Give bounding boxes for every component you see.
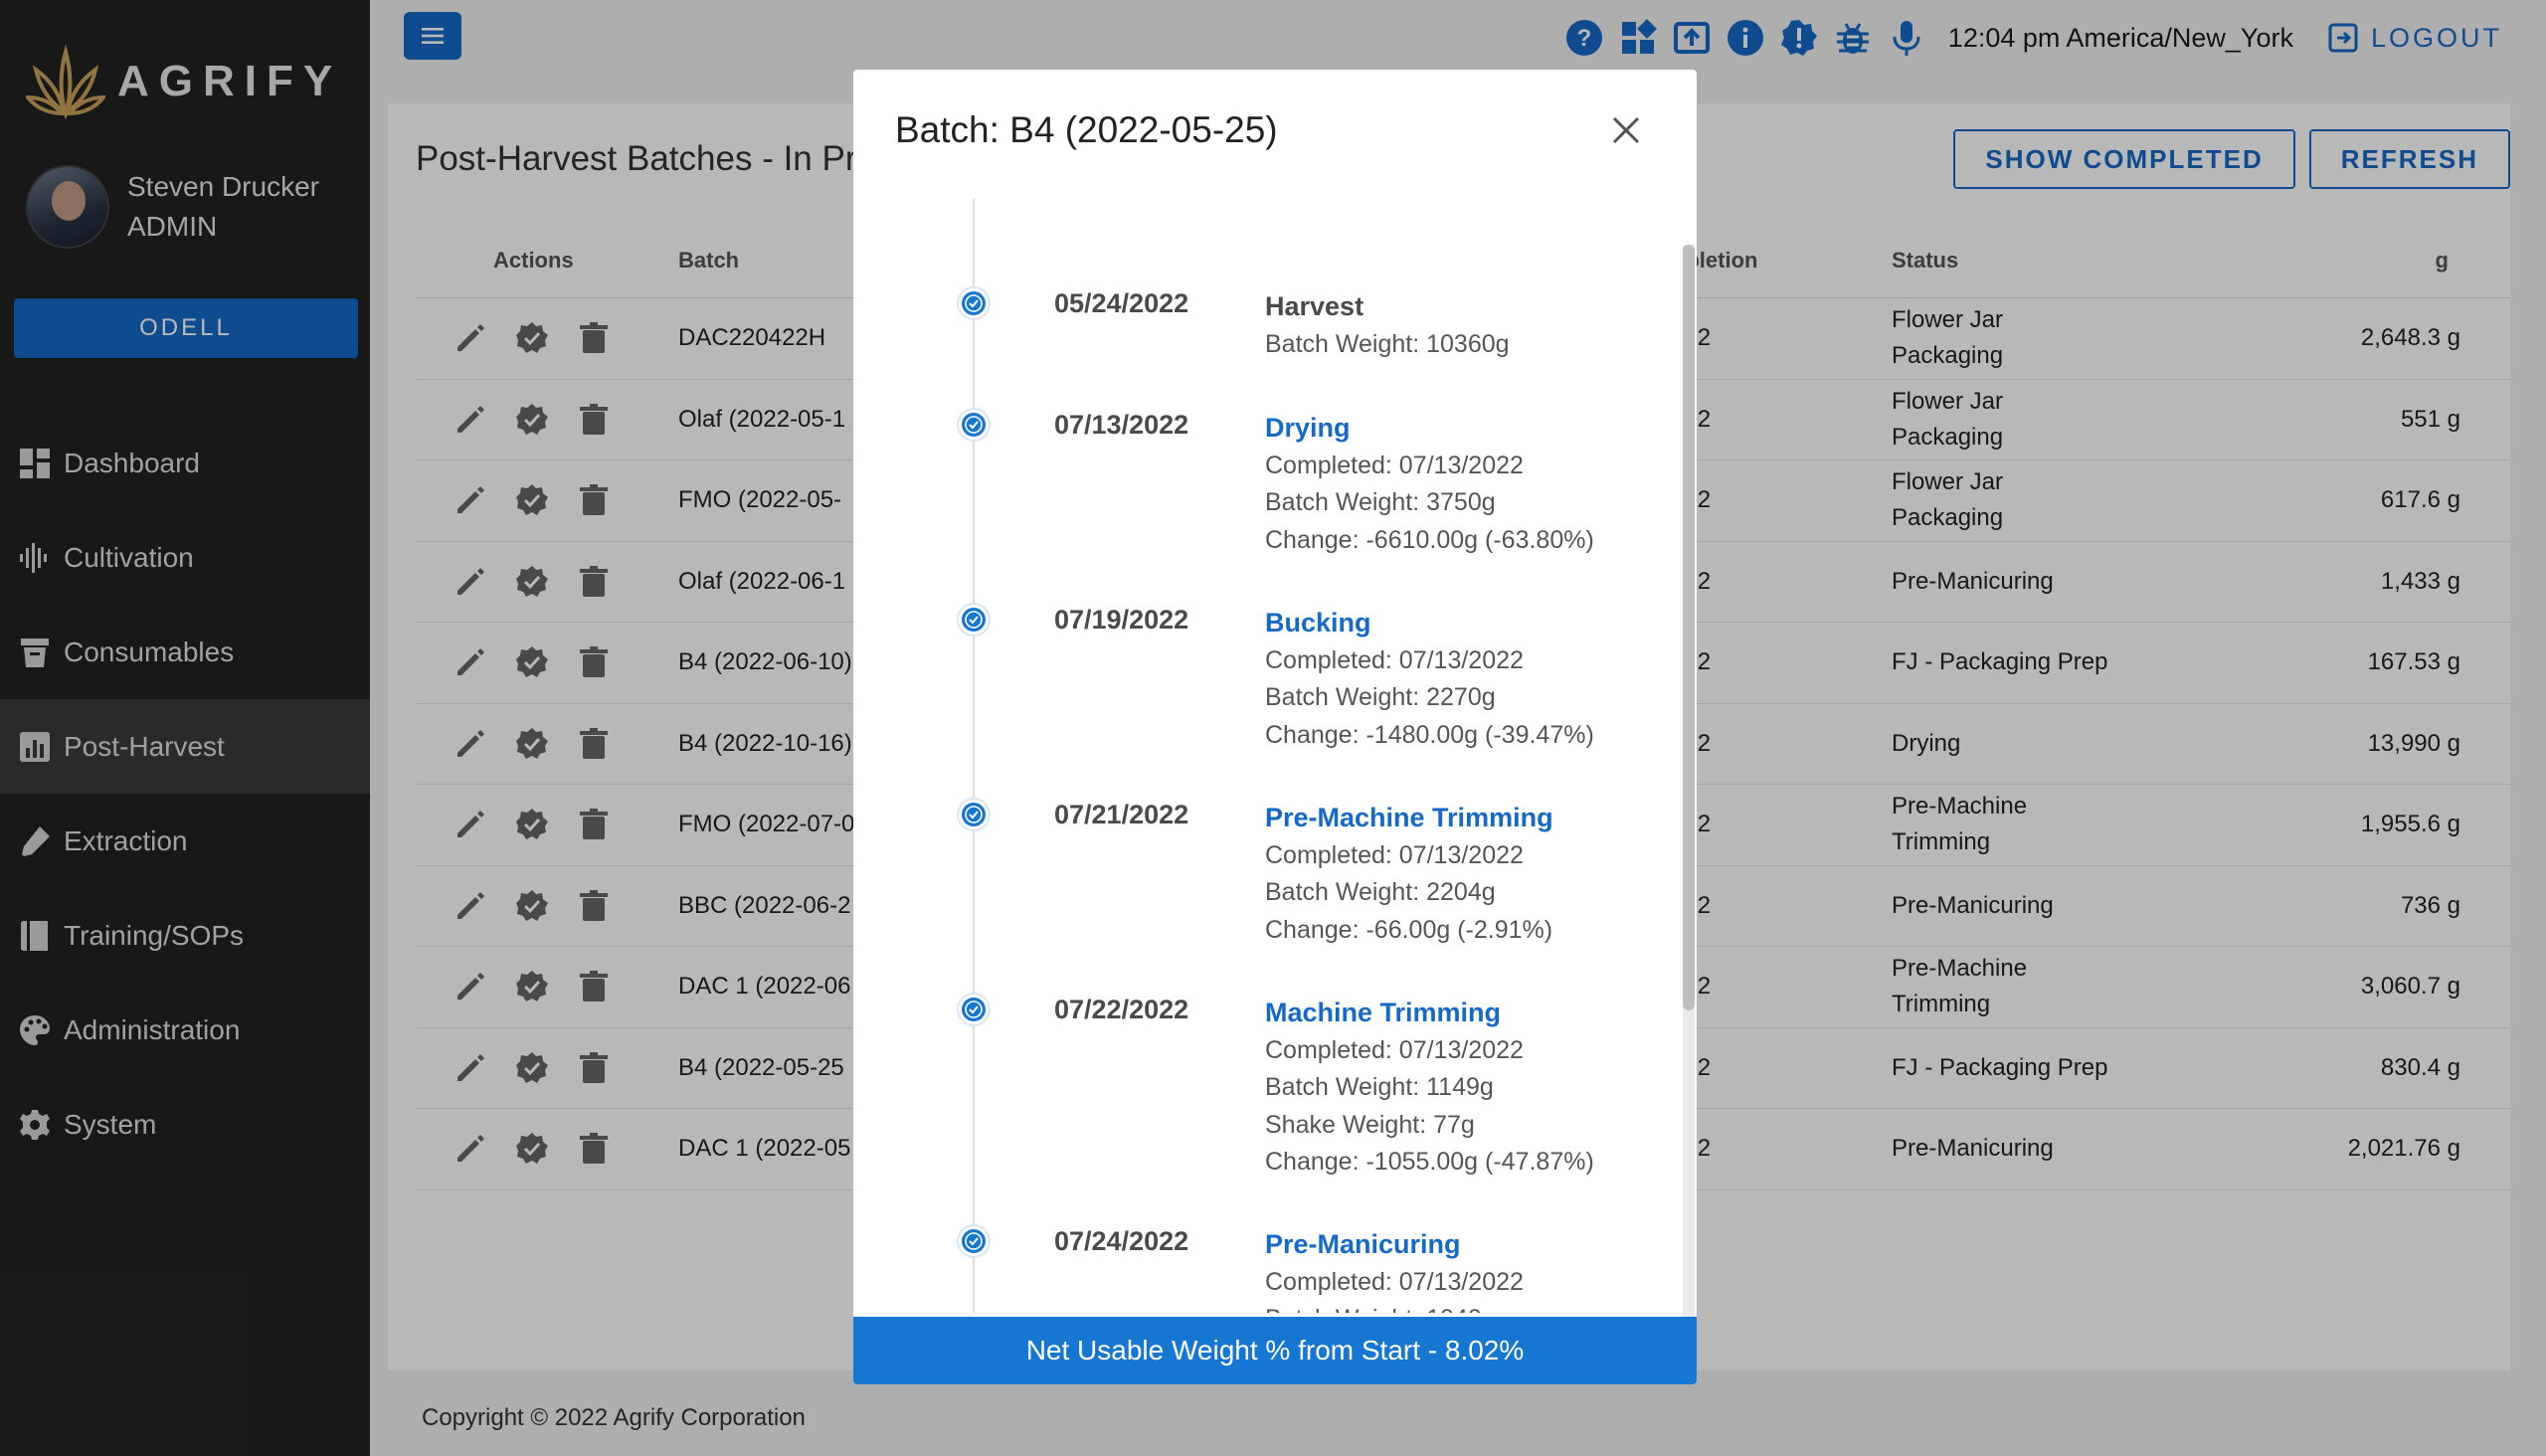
event-date: 07/13/2022 — [1054, 410, 1189, 440]
event-detail: Completed: 07/13/2022 — [1265, 645, 1524, 674]
event-detail: Completed: 07/13/2022 — [1265, 840, 1524, 869]
timeline: 05/24/2022 Harvest Batch Weight: 10360g 07/… — [853, 199, 1697, 1313]
net-usable-weight-bar: Net Usable Weight % from Start - 8.02% — [853, 1317, 1697, 1384]
timeline-line — [973, 199, 975, 1313]
event-detail: Completed: 07/13/2022 — [1265, 451, 1524, 479]
event-detail: Shake Weight: 77g — [1265, 1110, 1475, 1139]
event-detail: Change: -6610.00g (-63.80%) — [1265, 525, 1594, 554]
event-detail: Batch Weight: 10360g — [1265, 329, 1510, 358]
event-name[interactable]: Machine Trimming — [1265, 995, 1594, 1032]
event-detail: Completed: 07/13/2022 — [1265, 1035, 1524, 1064]
event-detail: Batch Weight: 1040g — [1265, 1301, 1566, 1313]
check-circle-icon — [957, 603, 991, 637]
event-detail: Change: -66.00g (-2.91%) — [1265, 915, 1553, 944]
event-detail: Batch Weight: 2270g — [1265, 683, 1496, 711]
event-name: Harvest — [1265, 291, 1364, 321]
event-name[interactable]: Pre-Manicuring — [1265, 1226, 1566, 1264]
event-date: 07/24/2022 — [1054, 1226, 1189, 1256]
event-date: 07/21/2022 — [1054, 800, 1189, 829]
close-icon[interactable] — [1609, 113, 1643, 147]
event-detail: Batch Weight: 1149g — [1265, 1073, 1494, 1101]
event-name[interactable]: Drying — [1265, 410, 1594, 448]
event-date: 07/22/2022 — [1054, 995, 1189, 1024]
event-detail: Change: -1480.00g (-39.47%) — [1265, 720, 1594, 749]
event-name[interactable]: Pre-Machine Trimming — [1265, 800, 1553, 837]
batch-timeline-modal: Batch: B4 (2022-05-25) 05/24/2022 Harvest… — [853, 70, 1697, 1384]
event-name[interactable]: Bucking — [1265, 605, 1594, 642]
check-circle-icon — [957, 408, 991, 442]
check-circle-icon — [957, 798, 991, 831]
event-detail: Completed: 07/13/2022 — [1265, 1267, 1524, 1296]
event-detail: Change: -1055.00g (-47.87%) — [1265, 1148, 1594, 1176]
event-date: 05/24/2022 — [1054, 288, 1189, 318]
event-date: 07/19/2022 — [1054, 605, 1189, 635]
check-circle-icon — [957, 993, 991, 1026]
modal-title: Batch: B4 (2022-05-25) — [895, 109, 1278, 150]
event-detail: Batch Weight: 3750g — [1265, 488, 1496, 516]
event-detail: Batch Weight: 2204g — [1265, 878, 1496, 906]
check-circle-icon — [957, 286, 991, 320]
check-circle-icon — [957, 1224, 991, 1258]
